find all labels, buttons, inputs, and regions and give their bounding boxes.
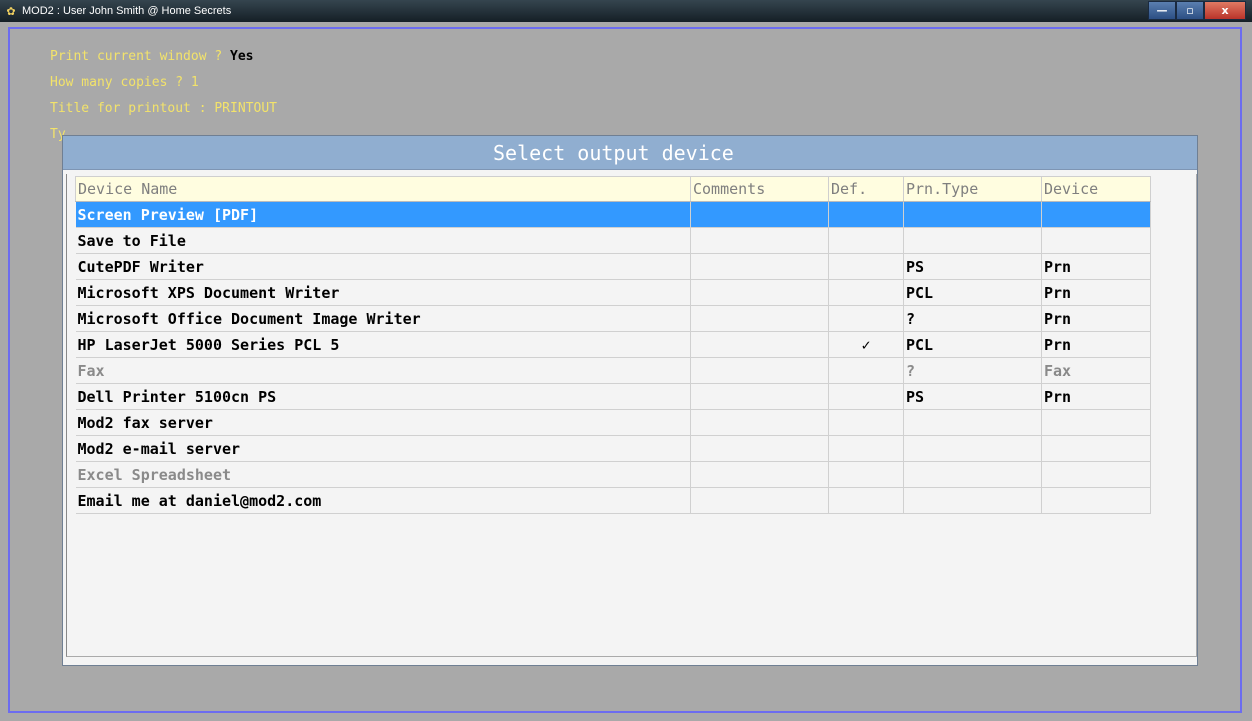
device-type-cell: Prn <box>1041 253 1151 280</box>
table-row[interactable]: Microsoft Office Document Image Writer? P… <box>75 305 1151 332</box>
default-check-cell <box>828 227 904 254</box>
default-check-cell <box>828 253 904 280</box>
device-name-cell: Microsoft XPS Document Writer <box>75 279 691 306</box>
table-row[interactable]: Mod2 fax server <box>75 409 1151 436</box>
prn-type-cell: PCL <box>903 331 1042 358</box>
comments-cell <box>690 383 829 410</box>
default-check-cell <box>828 409 904 436</box>
comments-cell <box>690 357 829 384</box>
prn-type-cell: PS <box>903 253 1042 280</box>
device-name-cell: CutePDF Writer <box>75 253 691 280</box>
device-list-area: Device Name Comments Def. Prn.Type Devic… <box>66 174 1197 657</box>
prn-type-cell: ? <box>903 305 1042 332</box>
comments-cell <box>690 305 829 332</box>
window-controls: — ▫ x <box>1148 1 1246 20</box>
device-name-cell: Excel Spreadsheet <box>75 461 691 488</box>
device-table: Device Name Comments Def. Prn.Type Devic… <box>75 176 1151 514</box>
default-check-cell <box>828 435 904 462</box>
close-button[interactable]: x <box>1204 1 1246 20</box>
title-bar[interactable]: ✿ MOD2 : User John Smith @ Home Secrets … <box>0 0 1252 22</box>
prn-type-cell <box>903 409 1042 436</box>
device-type-cell: Prn <box>1041 305 1151 332</box>
device-name-cell: Save to File <box>75 227 691 254</box>
device-name-cell: Dell Printer 5100cn PS <box>75 383 691 410</box>
prn-type-cell <box>903 487 1042 514</box>
device-name-cell: Fax <box>75 357 691 384</box>
device-type-cell <box>1041 461 1151 488</box>
device-name-cell: Microsoft Office Document Image Writer <box>75 305 691 332</box>
device-type-cell: Fax <box>1041 357 1151 384</box>
default-check-cell <box>828 383 904 410</box>
column-header-def[interactable]: Def. <box>828 176 904 202</box>
table-row[interactable]: Excel Spreadsheet <box>75 461 1151 488</box>
prn-type-cell <box>903 201 1042 228</box>
table-row[interactable]: Mod2 e-mail server <box>75 435 1151 462</box>
device-rows: Screen Preview [PDF] Save to File CutePDF … <box>75 201 1151 514</box>
dialog-title: Select output device <box>63 136 1197 170</box>
comments-cell <box>690 331 829 358</box>
comments-cell <box>690 201 829 228</box>
default-check-cell <box>828 305 904 332</box>
default-check-cell <box>828 461 904 488</box>
table-header-row: Device Name Comments Def. Prn.Type Devic… <box>75 176 1151 202</box>
prn-type-cell <box>903 461 1042 488</box>
prompt-answer: Yes <box>230 49 254 64</box>
device-name-cell: Mod2 fax server <box>75 409 691 436</box>
comments-cell <box>690 253 829 280</box>
comments-cell <box>690 487 829 514</box>
default-check-cell <box>828 201 904 228</box>
device-type-cell <box>1041 227 1151 254</box>
table-row[interactable]: Email me at daniel@mod2.com <box>75 487 1151 514</box>
device-type-cell <box>1041 409 1151 436</box>
table-row[interactable]: Save to File <box>75 227 1151 254</box>
default-check-cell: ✓ <box>828 331 904 358</box>
default-check-cell <box>828 487 904 514</box>
comments-cell <box>690 227 829 254</box>
comments-cell <box>690 461 829 488</box>
table-row[interactable]: Fax? Fax <box>75 357 1151 384</box>
prn-type-cell: PS <box>903 383 1042 410</box>
prn-type-cell: ? <box>903 357 1042 384</box>
app-icon: ✿ <box>6 5 16 18</box>
table-row[interactable]: HP LaserJet 5000 Series PCL 5 ✓ PCL Prn <box>75 331 1151 358</box>
comments-cell <box>690 435 829 462</box>
default-check-cell <box>828 279 904 306</box>
window-title: MOD2 : User John Smith @ Home Secrets <box>22 5 232 17</box>
column-header-device[interactable]: Device <box>1041 176 1151 202</box>
maximize-button[interactable]: ▫ <box>1176 1 1204 20</box>
column-header-device-name[interactable]: Device Name <box>75 176 691 202</box>
select-output-device-dialog: Select output device Device Name Comment… <box>62 135 1198 666</box>
device-name-cell: Email me at daniel@mod2.com <box>75 487 691 514</box>
device-type-cell: Prn <box>1041 279 1151 306</box>
prn-type-cell: PCL <box>903 279 1042 306</box>
comments-cell <box>690 409 829 436</box>
comments-cell <box>690 279 829 306</box>
column-header-prn-type[interactable]: Prn.Type <box>903 176 1042 202</box>
table-row[interactable]: CutePDF Writer PS Prn <box>75 253 1151 280</box>
device-type-cell <box>1041 487 1151 514</box>
prn-type-cell <box>903 227 1042 254</box>
table-row[interactable]: Microsoft XPS Document Writer PCL Prn <box>75 279 1151 306</box>
device-type-cell: Prn <box>1041 383 1151 410</box>
table-row[interactable]: Screen Preview [PDF] <box>75 201 1151 228</box>
device-name-cell: Mod2 e-mail server <box>75 435 691 462</box>
column-header-comments[interactable]: Comments <box>690 176 829 202</box>
table-row[interactable]: Dell Printer 5100cn PS PS Prn <box>75 383 1151 410</box>
minimize-button[interactable]: — <box>1148 1 1176 20</box>
device-type-cell <box>1041 201 1151 228</box>
prompt-title: Title for printout : PRINTOUT <box>50 101 277 116</box>
device-type-cell: Prn <box>1041 331 1151 358</box>
device-name-cell: Screen Preview [PDF] <box>75 201 691 228</box>
prompt-print-window: Print current window ? Yes <box>50 49 254 64</box>
device-name-cell: HP LaserJet 5000 Series PCL 5 <box>75 331 691 358</box>
prn-type-cell <box>903 435 1042 462</box>
default-check-cell <box>828 357 904 384</box>
device-type-cell <box>1041 435 1151 462</box>
prompt-copies: How many copies ? 1 <box>50 75 199 90</box>
